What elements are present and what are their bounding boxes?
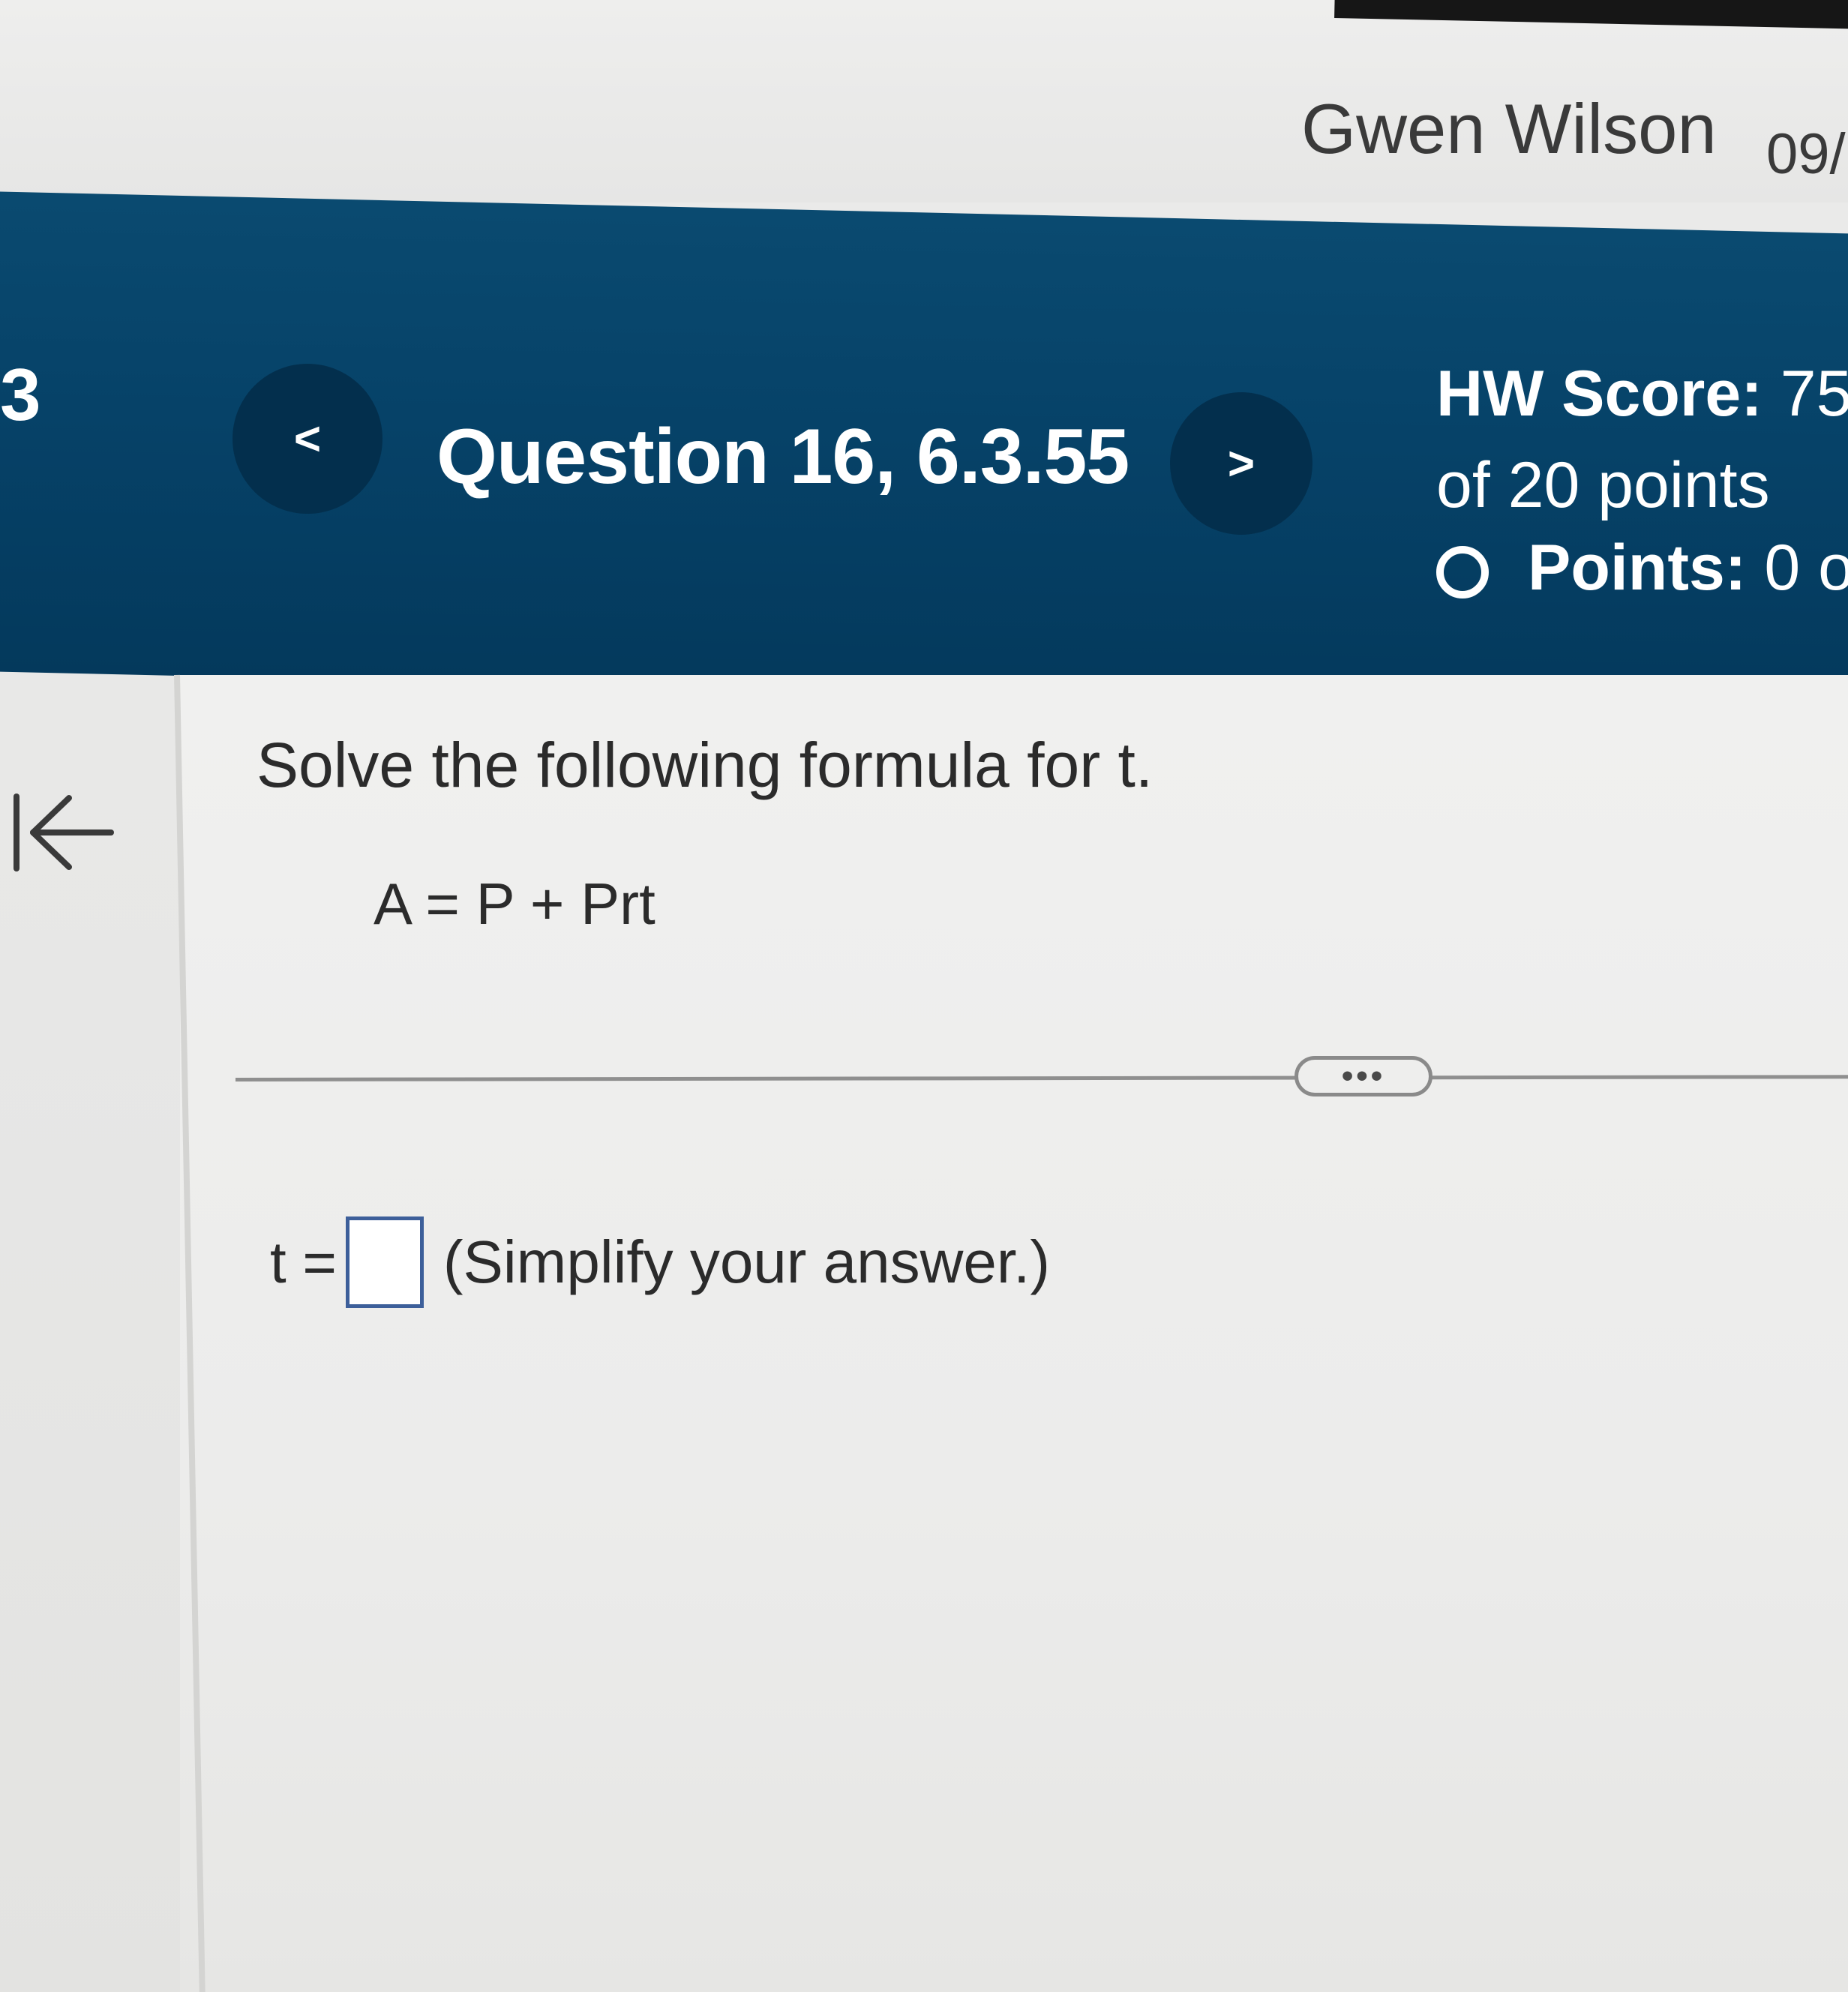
question-list-number[interactable]: 3 <box>0 352 41 437</box>
points-label: Points: <box>1528 532 1747 604</box>
top-bar: Gwen Wilson 09/ <box>0 0 1848 202</box>
answer-variable-label: t = <box>270 1228 337 1295</box>
collapse-left-icon[interactable] <box>0 788 120 878</box>
answer-row: t = (Simplify your answer.) <box>270 1216 1050 1308</box>
question-prompt: Solve the following formula for t. <box>256 730 1154 800</box>
more-options-button[interactable]: ••• <box>1294 1056 1432 1096</box>
question-points: Points: 0 of <box>1436 531 1848 605</box>
chevron-left-icon: < <box>293 412 322 465</box>
hw-score-label: HW Score: <box>1436 358 1762 430</box>
question-formula: A = P + Prt <box>374 871 656 937</box>
hw-score-value: 75% <box>1780 358 1848 430</box>
chevron-right-icon: > <box>1227 437 1256 490</box>
question-title: Question 16, 6.3.55 <box>436 413 1130 500</box>
due-date: 09/ <box>1766 122 1846 186</box>
previous-question-button[interactable]: < <box>232 364 382 514</box>
answer-hint: (Simplify your answer.) <box>442 1228 1051 1295</box>
hw-score-total: of 20 points <box>1436 449 1770 521</box>
points-value: 0 of <box>1764 532 1848 604</box>
homework-page: Gwen Wilson 09/ 3 < Question 16, 6.3.55 … <box>0 0 1848 1992</box>
next-question-button[interactable]: > <box>1170 392 1312 535</box>
circle-outline-icon <box>1436 545 1489 598</box>
hw-score: HW Score: 75% <box>1436 362 1848 426</box>
user-name: Gwen Wilson <box>1301 89 1717 168</box>
answer-input[interactable] <box>345 1216 424 1308</box>
